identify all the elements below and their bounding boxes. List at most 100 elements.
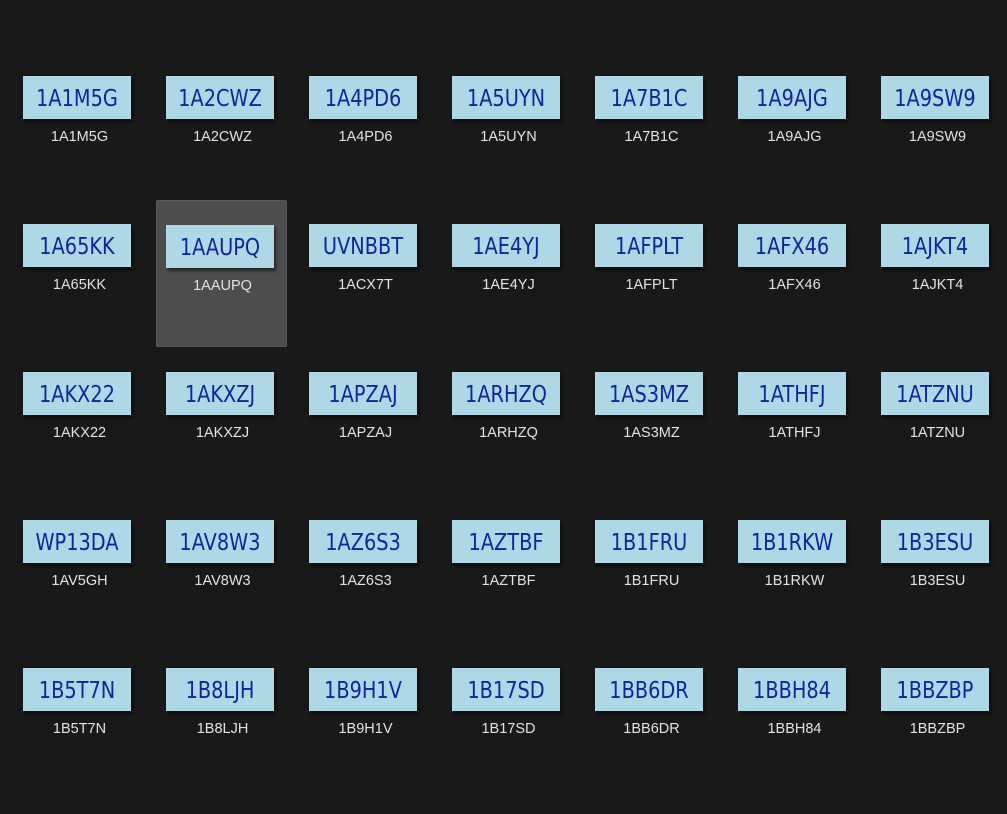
file-item[interactable]: 1APZAJ 1APZAJ <box>300 372 431 518</box>
handwritten-text: 1ATZNU <box>896 382 974 408</box>
image-thumbnail[interactable]: UVNBBT <box>309 224 417 267</box>
handwritten-text: 1AV8W3 <box>179 530 261 556</box>
file-item[interactable]: 1B1RKW 1B1RKW <box>729 520 860 666</box>
handwritten-text: UVNBBT <box>322 234 404 260</box>
image-thumbnail[interactable]: 1A2CWZ <box>166 76 274 119</box>
image-thumbnail[interactable]: 1APZAJ <box>309 372 417 415</box>
file-item[interactable]: 1B3ESU 1B3ESU <box>872 520 1003 666</box>
file-item[interactable]: 1ATHFJ 1ATHFJ <box>729 372 860 518</box>
file-name-label: 1AJKT4 <box>911 277 964 293</box>
file-name-label: 1ATHFJ <box>768 425 821 441</box>
file-item[interactable]: 1AZ6S3 1AZ6S3 <box>300 520 431 666</box>
image-thumbnail[interactable]: 1AZTBF <box>452 520 560 563</box>
file-item[interactable]: 1A1M5G 1A1M5G <box>14 76 145 222</box>
image-thumbnail[interactable]: 1AKX22 <box>23 372 131 415</box>
handwritten-text: 1AFX46 <box>754 234 830 260</box>
file-item[interactable]: WP13DA 1AV5GH <box>14 520 145 666</box>
file-item[interactable]: 1A7B1C 1A7B1C <box>586 76 717 222</box>
file-item[interactable]: 1A9SW9 1A9SW9 <box>872 76 1003 222</box>
file-name-label: 1A7B1C <box>624 129 679 145</box>
file-item[interactable]: 1A9AJG 1A9AJG <box>729 76 860 222</box>
handwritten-text: 1AFPLT <box>614 234 684 260</box>
file-item[interactable]: 1A4PD6 1A4PD6 <box>300 76 431 222</box>
file-item[interactable]: 1B17SD 1B17SD <box>443 668 574 814</box>
image-thumbnail[interactable]: 1A7B1C <box>595 76 703 119</box>
file-item[interactable]: 1AZTBF 1AZTBF <box>443 520 574 666</box>
file-item[interactable]: 1BBH84 1BBH84 <box>729 668 860 814</box>
image-thumbnail[interactable]: 1AAUPQ <box>166 225 274 268</box>
file-item[interactable]: 1AV8W3 1AV8W3 <box>157 520 288 666</box>
handwritten-text: 1BBZBP <box>896 678 974 704</box>
image-thumbnail[interactable]: 1AS3MZ <box>595 372 703 415</box>
file-item[interactable]: 1A5UYN 1A5UYN <box>443 76 574 222</box>
handwritten-text: 1AZ6S3 <box>325 530 401 556</box>
file-name-label: 1AKX22 <box>52 425 107 441</box>
handwritten-text: 1AKXZJ <box>184 382 256 408</box>
image-thumbnail[interactable]: 1B5T7N <box>23 668 131 711</box>
handwritten-text: 1B3ESU <box>896 530 974 556</box>
file-item[interactable]: 1A65KK 1A65KK <box>14 224 145 370</box>
image-thumbnail[interactable]: 1B1FRU <box>595 520 703 563</box>
image-thumbnail[interactable]: WP13DA <box>23 520 131 563</box>
file-item[interactable]: 1B1FRU 1B1FRU <box>586 520 717 666</box>
file-item[interactable]: 1AFX46 1AFX46 <box>729 224 860 370</box>
image-thumbnail[interactable]: 1B8LJH <box>166 668 274 711</box>
file-name-label: 1B17SD <box>481 721 536 737</box>
image-thumbnail[interactable]: 1BBH84 <box>738 668 846 711</box>
file-item[interactable]: 1BB6DR 1BB6DR <box>586 668 717 814</box>
file-item[interactable]: 1ARHZQ 1ARHZQ <box>443 372 574 518</box>
image-thumbnail[interactable]: 1AE4YJ <box>452 224 560 267</box>
handwritten-text: 1A4PD6 <box>324 86 402 112</box>
image-thumbnail[interactable]: 1A1M5G <box>23 76 131 119</box>
file-item[interactable]: 1AKXZJ 1AKXZJ <box>157 372 288 518</box>
image-thumbnail[interactable]: 1A9AJG <box>738 76 846 119</box>
image-thumbnail[interactable]: 1A65KK <box>23 224 131 267</box>
file-item[interactable]: 1B9H1V 1B9H1V <box>300 668 431 814</box>
handwritten-text: 1A7B1C <box>610 86 688 112</box>
file-item[interactable]: 1AJKT4 1AJKT4 <box>872 224 1003 370</box>
image-thumbnail[interactable]: 1A9SW9 <box>881 76 989 119</box>
image-thumbnail[interactable]: 1B17SD <box>452 668 560 711</box>
file-name-label: 1A5UYN <box>480 129 537 145</box>
handwritten-text: 1ATHFJ <box>758 382 826 408</box>
image-thumbnail[interactable]: 1AZ6S3 <box>309 520 417 563</box>
handwritten-text: 1AE4YJ <box>472 234 540 260</box>
file-item[interactable]: 1AS3MZ 1AS3MZ <box>586 372 717 518</box>
file-name-label: 1ATZNU <box>909 425 966 441</box>
image-thumbnail[interactable]: 1ARHZQ <box>452 372 560 415</box>
handwritten-text: 1A2CWZ <box>178 86 262 112</box>
image-thumbnail[interactable]: 1B1RKW <box>738 520 846 563</box>
image-thumbnail[interactable]: 1AJKT4 <box>881 224 989 267</box>
file-item[interactable]: 1AE4YJ 1AE4YJ <box>443 224 574 370</box>
image-thumbnail[interactable]: 1AFPLT <box>595 224 703 267</box>
file-name-label: 1B3ESU <box>909 573 966 589</box>
file-name-label: 1AS3MZ <box>623 425 680 441</box>
handwritten-text: 1AAUPQ <box>179 235 261 261</box>
file-item[interactable]: 1AKX22 1AKX22 <box>14 372 145 518</box>
file-item[interactable]: 1AAUPQ 1AAUPQ <box>156 200 287 347</box>
file-item[interactable]: 1ATZNU 1ATZNU <box>872 372 1003 518</box>
image-thumbnail[interactable]: 1BB6DR <box>595 668 703 711</box>
file-item[interactable]: 1B8LJH 1B8LJH <box>157 668 288 814</box>
image-thumbnail[interactable]: 1AFX46 <box>738 224 846 267</box>
file-name-label: 1APZAJ <box>338 425 393 441</box>
file-name-label: 1AV8W3 <box>194 573 251 589</box>
file-name-label: 1AZTBF <box>481 573 536 589</box>
image-thumbnail[interactable]: 1B3ESU <box>881 520 989 563</box>
file-name-label: 1A65KK <box>52 277 107 293</box>
file-item[interactable]: 1AFPLT 1AFPLT <box>586 224 717 370</box>
file-item[interactable]: UVNBBT 1ACX7T <box>300 224 431 370</box>
file-item[interactable]: 1BBZBP 1BBZBP <box>872 668 1003 814</box>
file-name-label: 1A9SW9 <box>908 129 967 145</box>
image-thumbnail[interactable]: 1ATZNU <box>881 372 989 415</box>
image-thumbnail[interactable]: 1AV8W3 <box>166 520 274 563</box>
image-thumbnail[interactable]: 1BBZBP <box>881 668 989 711</box>
image-thumbnail[interactable]: 1A5UYN <box>452 76 560 119</box>
image-thumbnail[interactable]: 1AKXZJ <box>166 372 274 415</box>
image-thumbnail[interactable]: 1ATHFJ <box>738 372 846 415</box>
handwritten-text: 1BB6DR <box>609 678 689 704</box>
image-thumbnail[interactable]: 1B9H1V <box>309 668 417 711</box>
file-item[interactable]: 1B5T7N 1B5T7N <box>14 668 145 814</box>
file-name-label: 1BB6DR <box>623 721 680 737</box>
image-thumbnail[interactable]: 1A4PD6 <box>309 76 417 119</box>
